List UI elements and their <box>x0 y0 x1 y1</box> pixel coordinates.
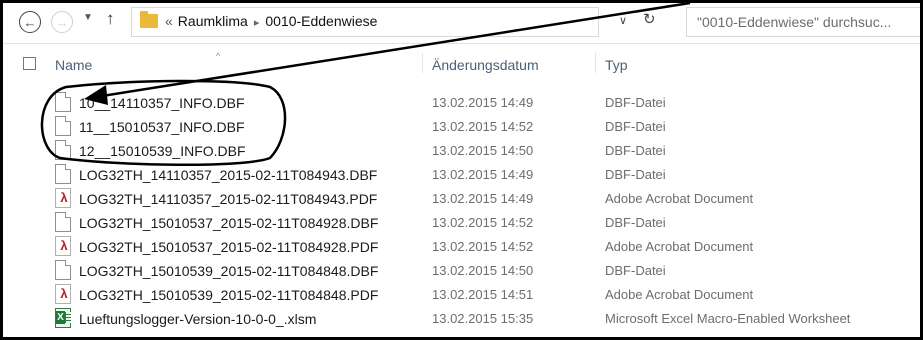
file-type: DBF-Datei <box>605 119 666 134</box>
file-row[interactable]: LOG32TH_15010537_2015-02-11T084928.DBF 1… <box>3 211 920 235</box>
dbf-file-icon <box>55 260 71 280</box>
column-header-row: ^ Name Änderungsdatum Typ <box>3 51 920 77</box>
file-date: 13.02.2015 14:49 <box>432 191 534 206</box>
address-bar: ← → ▼ ↑ « Raumklima ▸ 0010-Eddenwiese ∨ ↻ <box>3 3 920 44</box>
breadcrumb-item-raumklima[interactable]: Raumklima <box>178 13 248 29</box>
column-divider[interactable] <box>422 53 423 73</box>
file-row[interactable]: 12__15010539_INFO.DBF 13.02.2015 14:50 D… <box>3 139 920 163</box>
file-name: LOG32TH_14110357_2015-02-11T084943.DBF <box>79 167 378 183</box>
pdf-file-icon: λ <box>55 284 71 304</box>
column-header-name[interactable]: Name <box>55 57 92 73</box>
arrow-right-icon: → <box>55 14 69 30</box>
file-type: Adobe Acrobat Document <box>605 287 754 302</box>
dbf-file-icon <box>55 212 71 232</box>
excel-file-icon: X <box>55 308 71 328</box>
search-input[interactable] <box>687 8 920 36</box>
refresh-icon[interactable]: ↻ <box>643 10 656 28</box>
file-type: DBF-Datei <box>605 167 666 182</box>
file-type: Adobe Acrobat Document <box>605 191 754 206</box>
dbf-file-icon <box>55 116 71 136</box>
file-date: 13.02.2015 14:52 <box>432 119 534 134</box>
forward-button[interactable]: → <box>51 11 73 33</box>
file-date: 13.02.2015 15:35 <box>432 311 534 326</box>
file-row[interactable]: 10__14110357_INFO.DBF 13.02.2015 14:49 D… <box>3 91 920 115</box>
column-header-date[interactable]: Änderungsdatum <box>432 57 539 73</box>
file-row[interactable]: λ LOG32TH_15010539_2015-02-11T084848.PDF… <box>3 283 920 307</box>
arrow-left-icon: ← <box>23 14 37 30</box>
file-date: 13.02.2015 14:50 <box>432 263 534 278</box>
dbf-file-icon <box>55 164 71 184</box>
explorer-window: ← → ▼ ↑ « Raumklima ▸ 0010-Eddenwiese ∨ ↻ ^… <box>0 0 923 340</box>
folder-icon <box>140 11 158 28</box>
file-name: LOG32TH_15010539_2015-02-11T084848.DBF <box>79 263 379 279</box>
up-button[interactable]: ↑ <box>106 9 115 29</box>
file-row[interactable]: 11__15010537_INFO.DBF 13.02.2015 14:52 D… <box>3 115 920 139</box>
sort-ascending-icon: ^ <box>216 51 221 61</box>
breadcrumb-overflow[interactable]: « <box>165 13 173 29</box>
file-date: 13.02.2015 14:51 <box>432 287 534 302</box>
file-row[interactable]: LOG32TH_14110357_2015-02-11T084943.DBF 1… <box>3 163 920 187</box>
file-date: 13.02.2015 14:50 <box>432 143 534 158</box>
breadcrumb-separator-icon[interactable]: ▸ <box>254 17 260 29</box>
file-type: DBF-Datei <box>605 263 666 278</box>
dbf-file-icon <box>55 92 71 112</box>
file-date: 13.02.2015 14:52 <box>432 215 534 230</box>
file-name: LOG32TH_15010539_2015-02-11T084848.PDF <box>79 287 379 303</box>
file-type: DBF-Datei <box>605 143 666 158</box>
breadcrumb-item-eddenwiese[interactable]: 0010-Eddenwiese <box>265 13 377 29</box>
file-type: Adobe Acrobat Document <box>605 239 754 254</box>
back-button[interactable]: ← <box>19 11 41 33</box>
file-date: 13.02.2015 14:52 <box>432 239 534 254</box>
column-divider[interactable] <box>595 53 596 73</box>
path-dropdown-chevron-icon[interactable]: ∨ <box>619 14 627 27</box>
file-name: LOG32TH_15010537_2015-02-11T084928.PDF <box>79 239 379 255</box>
file-type: DBF-Datei <box>605 95 666 110</box>
column-header-type[interactable]: Typ <box>605 57 628 73</box>
file-name: Lueftungslogger-Version-10-0-0_.xlsm <box>79 311 317 327</box>
recent-locations-chevron-icon[interactable]: ▼ <box>83 12 93 23</box>
file-row[interactable]: λ LOG32TH_14110357_2015-02-11T084943.PDF… <box>3 187 920 211</box>
pdf-file-icon: λ <box>55 188 71 208</box>
file-row[interactable]: X Lueftungslogger-Version-10-0-0_.xlsm 1… <box>3 307 920 331</box>
file-type: DBF-Datei <box>605 215 666 230</box>
file-row[interactable]: λ LOG32TH_15010537_2015-02-11T084928.PDF… <box>3 235 920 259</box>
file-date: 13.02.2015 14:49 <box>432 167 534 182</box>
file-row[interactable]: LOG32TH_15010539_2015-02-11T084848.DBF 1… <box>3 259 920 283</box>
file-name: 12__15010539_INFO.DBF <box>79 143 246 159</box>
arrow-up-icon: ↑ <box>106 9 115 28</box>
file-name: LOG32TH_14110357_2015-02-11T084943.PDF <box>79 191 378 207</box>
path-box[interactable]: « Raumklima ▸ 0010-Eddenwiese <box>131 7 599 37</box>
file-date: 13.02.2015 14:49 <box>432 95 534 110</box>
file-name: 10__14110357_INFO.DBF <box>79 95 245 111</box>
breadcrumb: « Raumklima ▸ 0010-Eddenwiese <box>165 13 377 29</box>
file-type: Microsoft Excel Macro-Enabled Worksheet <box>605 311 851 326</box>
file-name: 11__15010537_INFO.DBF <box>79 119 245 135</box>
pdf-file-icon: λ <box>55 236 71 256</box>
file-name: LOG32TH_15010537_2015-02-11T084928.DBF <box>79 215 379 231</box>
dbf-file-icon <box>55 140 71 160</box>
search-box[interactable] <box>686 7 920 37</box>
select-all-checkbox[interactable] <box>23 57 36 70</box>
